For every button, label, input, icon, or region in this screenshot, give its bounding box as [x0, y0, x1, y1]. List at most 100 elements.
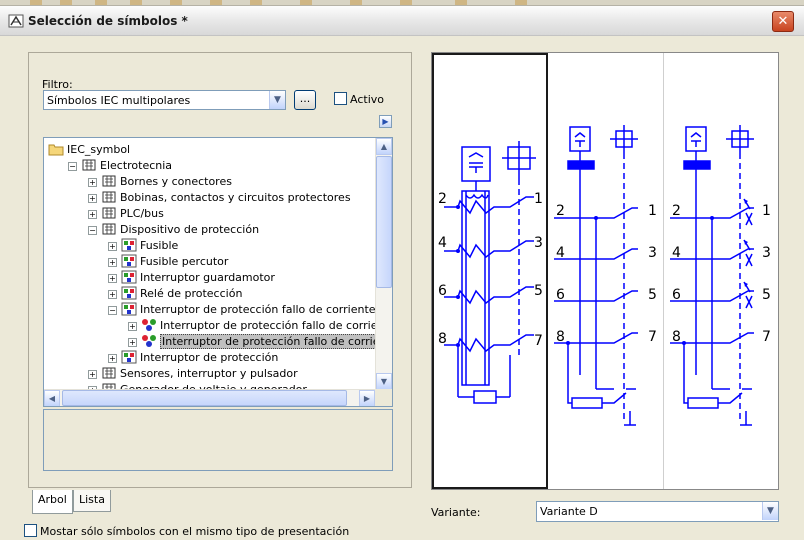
variant-value: Variante D	[540, 505, 598, 518]
description-box	[43, 409, 393, 471]
vertical-scrollbar[interactable]: ▲ ▼	[375, 138, 392, 390]
tree-item[interactable]: IEC_symbol	[48, 142, 130, 158]
component-icon	[101, 366, 117, 380]
filter-select[interactable]: Símbolos IEC multipolares ▼	[43, 90, 286, 110]
tree-item[interactable]: + Sensores, interruptor y pulsador	[88, 366, 298, 382]
tree-item-label: Bobinas, contactos y circuitos protector…	[120, 191, 351, 204]
component-icon	[81, 158, 97, 172]
scroll-thumb[interactable]	[376, 156, 392, 288]
tree-item[interactable]: + Interruptor guardamotor	[108, 270, 275, 286]
tree-item[interactable]: + Interruptor de protección fallo de corr…	[128, 334, 392, 350]
tree-item-label: Electrotecnia	[100, 159, 173, 172]
collapse-icon[interactable]: −	[108, 306, 117, 315]
expand-icon[interactable]: +	[88, 194, 97, 203]
tree-item-label: Sensores, interruptor y pulsador	[120, 367, 298, 380]
preview-variant-a[interactable]: 2 4 6 8 1 3 5 7	[432, 53, 548, 489]
tree-item[interactable]: + Bobinas, contactos y circuitos protecto…	[88, 190, 351, 206]
tree-item[interactable]: + Interruptor de protección	[108, 350, 278, 366]
filter-browse-button[interactable]: ...	[294, 90, 316, 110]
tab-arbol[interactable]: Arbol	[32, 490, 73, 514]
expand-icon[interactable]: +	[108, 290, 117, 299]
expand-icon[interactable]: +	[128, 338, 137, 347]
symbol-preview: 2 4 6 8 1 3 5 7 2 4 6 8 1 3 5 7 2 4 6 8 …	[431, 52, 779, 490]
expand-icon[interactable]: +	[108, 258, 117, 267]
tree-item[interactable]: − Dispositivo de protección	[88, 222, 259, 238]
expand-icon[interactable]: +	[108, 242, 117, 251]
tree-item[interactable]: + Fusible	[108, 238, 178, 254]
title-bar: Selección de símbolos * ✕	[0, 6, 804, 36]
tree-item[interactable]: − Interruptor de protección fallo de corr…	[108, 302, 376, 318]
folder-icon	[48, 142, 64, 156]
pole-number: 7	[534, 333, 543, 349]
expand-icon[interactable]: +	[128, 322, 137, 331]
pole-number: 5	[648, 287, 657, 303]
pole-number: 4	[672, 245, 681, 261]
pole-number: 8	[672, 329, 681, 345]
chevron-down-icon[interactable]: ▼	[269, 91, 285, 109]
tree-item[interactable]: + Interruptor de protección fallo de corr…	[128, 318, 392, 334]
preview-variant-c[interactable]: 2 4 6 8 1 3 5 7	[664, 53, 778, 489]
scroll-right-icon[interactable]: ▶	[359, 390, 375, 406]
pole-number: 2	[556, 203, 565, 219]
pole-number: 6	[556, 287, 565, 303]
expand-arrow-icon[interactable]: ▶	[379, 115, 392, 128]
tree-item[interactable]: + PLC/bus	[88, 206, 164, 222]
pole-number: 8	[556, 329, 565, 345]
tree-item[interactable]: − Electrotecnia	[68, 158, 172, 174]
tree-item-label: Dispositivo de protección	[120, 223, 260, 236]
variant-icon	[141, 318, 157, 332]
pole-number: 1	[534, 191, 543, 207]
same-type-checkbox[interactable]: Mostar sólo símbolos con el mismo tipo d…	[24, 524, 349, 538]
tree-item-label: Interruptor de protección fallo de corri…	[160, 319, 392, 332]
active-checkbox[interactable]: Activo	[334, 92, 384, 106]
pole-number: 6	[438, 283, 447, 299]
scroll-left-icon[interactable]: ◀	[44, 390, 60, 406]
symbol-icon	[121, 254, 137, 268]
expand-icon[interactable]: +	[108, 354, 117, 363]
window-title: Selección de símbolos *	[28, 14, 188, 28]
pole-number: 2	[672, 203, 681, 219]
preview-variant-b[interactable]: 2 4 6 8 1 3 5 7	[548, 53, 664, 489]
pole-number: 1	[648, 203, 657, 219]
expand-icon[interactable]: +	[88, 210, 97, 219]
collapse-icon[interactable]: −	[68, 162, 77, 171]
pole-number: 3	[534, 235, 543, 251]
pole-number: 7	[762, 329, 771, 345]
variant-label: Variante:	[431, 506, 481, 519]
close-icon: ✕	[777, 14, 789, 29]
expand-icon[interactable]: +	[88, 178, 97, 187]
pole-number: 1	[762, 203, 771, 219]
pole-number: 8	[438, 331, 447, 347]
variant-select[interactable]: Variante D ▼	[536, 501, 779, 522]
symbol-icon	[121, 286, 137, 300]
checkbox-box[interactable]	[24, 524, 37, 537]
symbol-tree[interactable]: IEC_symbol − Electrotecnia + Bornes y conect…	[43, 137, 393, 407]
filter-value: Símbolos IEC multipolares	[47, 94, 191, 107]
symbol-icon	[121, 350, 137, 364]
tree-item-label: Interruptor de protección fallo de corri…	[140, 303, 376, 316]
symbol-icon	[121, 270, 137, 284]
tab-lista[interactable]: Lista	[73, 490, 111, 512]
tree-item[interactable]: + Bornes y conectores	[88, 174, 232, 190]
scroll-down-icon[interactable]: ▼	[376, 373, 392, 390]
pole-number: 4	[556, 245, 565, 261]
tree-item-label: Fusible percutor	[140, 255, 229, 268]
tree-item[interactable]: + Fusible percutor	[108, 254, 228, 270]
close-button[interactable]: ✕	[772, 11, 794, 32]
pole-number: 5	[534, 283, 543, 299]
tree-item-label: PLC/bus	[120, 207, 164, 220]
hscroll-thumb[interactable]	[62, 390, 347, 406]
app-icon	[8, 14, 24, 28]
component-icon	[101, 222, 117, 236]
collapse-icon[interactable]: −	[88, 226, 97, 235]
horizontal-scrollbar[interactable]: ◀ ▶	[44, 389, 376, 406]
chevron-down-icon[interactable]: ▼	[762, 502, 778, 520]
component-icon	[101, 174, 117, 188]
tree-item[interactable]: + Relé de protección	[108, 286, 242, 302]
expand-icon[interactable]: +	[108, 274, 117, 283]
pole-number: 3	[762, 245, 771, 261]
checkbox-box[interactable]	[334, 92, 347, 105]
scroll-up-icon[interactable]: ▲	[376, 138, 392, 155]
pole-number: 6	[672, 287, 681, 303]
expand-icon[interactable]: +	[88, 370, 97, 379]
